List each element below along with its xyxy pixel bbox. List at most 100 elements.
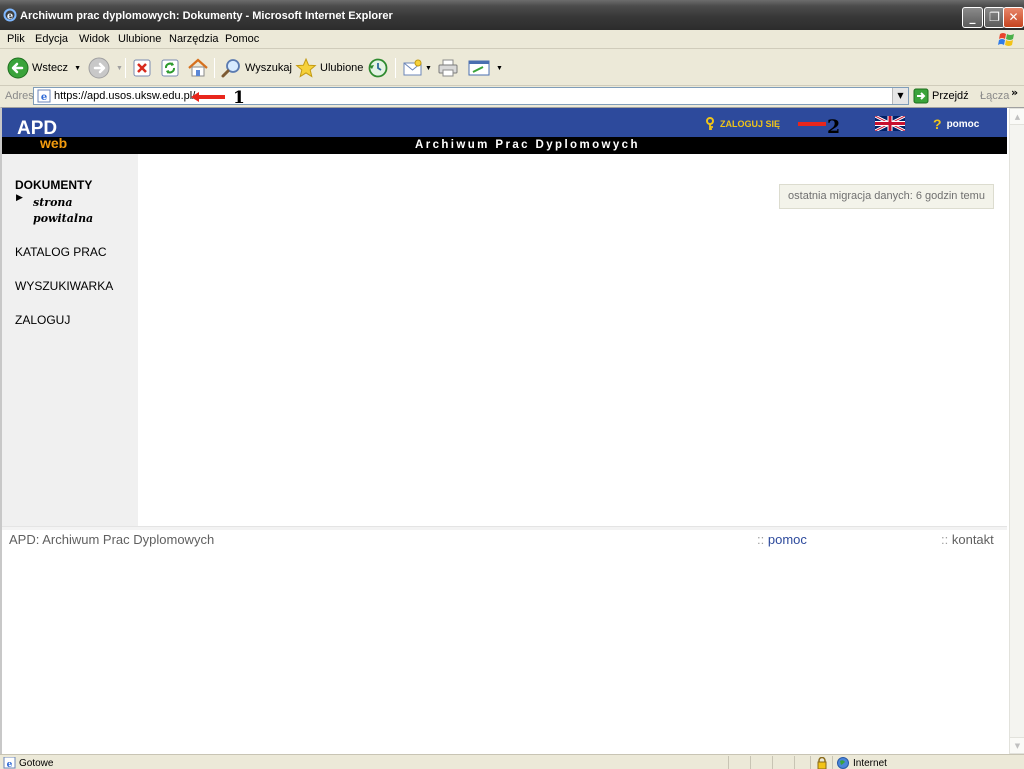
- window-title: Archiwum prac dyplomowych: Dokumenty - M…: [20, 10, 393, 22]
- site-tagline: Archiwum Prac Dyplomowych: [415, 139, 640, 151]
- forward-button[interactable]: ▼: [88, 56, 123, 80]
- address-input[interactable]: e https://apd.usos.uksw.edu.pl/ 1 ▼: [33, 87, 909, 105]
- mail-icon: [403, 59, 422, 76]
- menu-item-file[interactable]: Plik: [7, 33, 25, 45]
- toolbar-separator: [395, 58, 396, 78]
- links-label[interactable]: Łącza: [980, 90, 1009, 102]
- menu-item-help[interactable]: Pomoc: [225, 33, 259, 45]
- back-arrow-icon: [7, 57, 29, 79]
- stop-button[interactable]: [132, 56, 152, 80]
- search-button[interactable]: Wyszukaj: [220, 56, 292, 80]
- go-button[interactable]: Przejdź: [913, 88, 969, 104]
- favorites-button[interactable]: Ulubione: [295, 56, 363, 80]
- go-arrow-icon: [913, 88, 929, 104]
- annotation-arrow-1: 1: [191, 89, 245, 105]
- scroll-up-arrow-icon[interactable]: ▲: [1009, 108, 1024, 125]
- history-button[interactable]: [367, 56, 389, 80]
- close-button[interactable]: ✕: [1003, 7, 1024, 28]
- help-link[interactable]: ? pomoc: [933, 116, 979, 132]
- footer-contact-link[interactable]: :: kontakt: [941, 532, 994, 547]
- vertical-scrollbar[interactable]: [1009, 108, 1024, 754]
- address-label: Adres: [5, 90, 34, 102]
- home-icon: [188, 58, 208, 77]
- page-icon: e: [37, 89, 51, 103]
- footer-contact-label[interactable]: kontakt: [952, 532, 994, 547]
- edit-page-icon: [468, 60, 490, 76]
- padlock-icon[interactable]: [816, 757, 828, 769]
- menu-item-tools[interactable]: Narzędzia: [169, 33, 219, 45]
- home-button[interactable]: [187, 56, 209, 80]
- stop-icon: [133, 59, 151, 77]
- svg-text:e: e: [41, 92, 47, 103]
- annotation-arrow-2: 2: [798, 116, 840, 136]
- apd-logo-subtext[interactable]: web: [40, 135, 67, 151]
- print-button[interactable]: [437, 56, 459, 80]
- forward-dropdown-icon[interactable]: ▼: [116, 65, 123, 72]
- printer-icon: [438, 59, 458, 77]
- status-separator: [772, 756, 773, 769]
- back-button[interactable]: Wstecz ▼: [7, 56, 81, 80]
- annotation-number-1: 1: [233, 89, 245, 105]
- internet-globe-icon: [837, 757, 849, 769]
- page-done-icon: e: [3, 757, 16, 769]
- nav-item-katalog[interactable]: KATALOG PRAC: [15, 245, 107, 259]
- refresh-button[interactable]: [160, 56, 180, 80]
- security-zone-label: Internet: [853, 758, 887, 769]
- nav-item-dokumenty[interactable]: DOKUMENTY: [15, 178, 92, 192]
- favorites-label: Ulubione: [320, 62, 364, 74]
- address-url[interactable]: https://apd.usos.uksw.edu.pl/: [54, 90, 195, 102]
- apd-tagline-bar: Archiwum Prac Dyplomowych: [2, 137, 1007, 154]
- window-title-bar[interactable]: e Archiwum prac dyplomowych: Dokumenty -…: [0, 0, 1024, 30]
- login-label: ZALOGUJ SIĘ: [720, 119, 781, 129]
- forward-arrow-icon: [88, 57, 110, 79]
- svg-text:e: e: [7, 11, 13, 22]
- address-dropdown-icon[interactable]: ▼: [892, 88, 908, 104]
- footer-help-label[interactable]: pomoc: [768, 532, 807, 547]
- menu-item-view[interactable]: Widok: [79, 33, 110, 45]
- go-label: Przejdź: [932, 90, 969, 102]
- annotation-number-2: 2: [827, 116, 840, 136]
- status-separator: [832, 756, 833, 769]
- favorites-star-icon: [295, 57, 317, 78]
- menu-bar: Plik Edycja Widok Ulubione Narzędzia Pom…: [0, 30, 1024, 49]
- mail-dropdown-icon[interactable]: ▼: [425, 65, 432, 72]
- nav-item-zaloguj[interactable]: ZALOGUJ: [15, 313, 70, 327]
- footer-separator: ::: [941, 532, 949, 547]
- windows-logo-icon: [998, 33, 1014, 46]
- edit-button[interactable]: ▼: [467, 56, 503, 80]
- toolbar-separator: [125, 58, 126, 78]
- refresh-icon: [161, 59, 179, 77]
- footer-separator: ::: [757, 532, 765, 547]
- maximize-button[interactable]: ❐: [984, 7, 1005, 28]
- mail-button[interactable]: ▼: [402, 56, 432, 80]
- nav-item-wyszukiwarka[interactable]: WYSZUKIWARKA: [15, 279, 113, 293]
- status-text: Gotowe: [19, 758, 54, 769]
- scroll-down-arrow-icon[interactable]: ▼: [1009, 737, 1024, 754]
- login-link[interactable]: ZALOGUJ SIĘ: [704, 117, 780, 131]
- nav-subitem-welcome[interactable]: strona powitalna: [33, 195, 113, 227]
- address-bar: Adres e https://apd.usos.uksw.edu.pl/ 1 …: [0, 86, 1024, 106]
- footer-title: APD: Archiwum Prac Dyplomowych: [9, 532, 215, 547]
- menu-item-edit[interactable]: Edycja: [35, 33, 68, 45]
- menu-item-favorites[interactable]: Ulubione: [118, 33, 161, 45]
- status-separator: [728, 756, 729, 769]
- search-label: Wyszukaj: [245, 62, 292, 74]
- history-icon: [368, 58, 388, 78]
- edit-dropdown-icon[interactable]: ▼: [496, 65, 503, 72]
- help-question-icon: ?: [933, 116, 942, 132]
- footer-help-link[interactable]: :: pomoc: [757, 532, 807, 547]
- migration-notice: ostatnia migracja danych: 6 godzin temu: [779, 184, 994, 209]
- status-separator: [794, 756, 795, 769]
- browser-viewport: ZALOGUJ SIĘ 2 ? pomoc Archiwum Prac Dypl…: [0, 107, 1024, 754]
- status-bar: e Gotowe Internet: [0, 754, 1024, 769]
- status-separator: [810, 756, 811, 769]
- search-icon: [221, 59, 240, 78]
- internet-explorer-icon: e: [3, 8, 17, 22]
- back-label: Wstecz: [32, 62, 69, 74]
- apd-header: ZALOGUJ SIĘ 2 ? pomoc: [2, 108, 1007, 137]
- english-flag-icon[interactable]: [875, 116, 905, 131]
- standard-toolbar: Wstecz ▼ ▼ Wyszukaj Ulubione ▼ ▼: [0, 50, 1024, 86]
- links-chevron-icon[interactable]: »: [1011, 86, 1018, 99]
- minimize-button[interactable]: _: [962, 7, 983, 28]
- back-dropdown-icon[interactable]: ▼: [74, 65, 81, 72]
